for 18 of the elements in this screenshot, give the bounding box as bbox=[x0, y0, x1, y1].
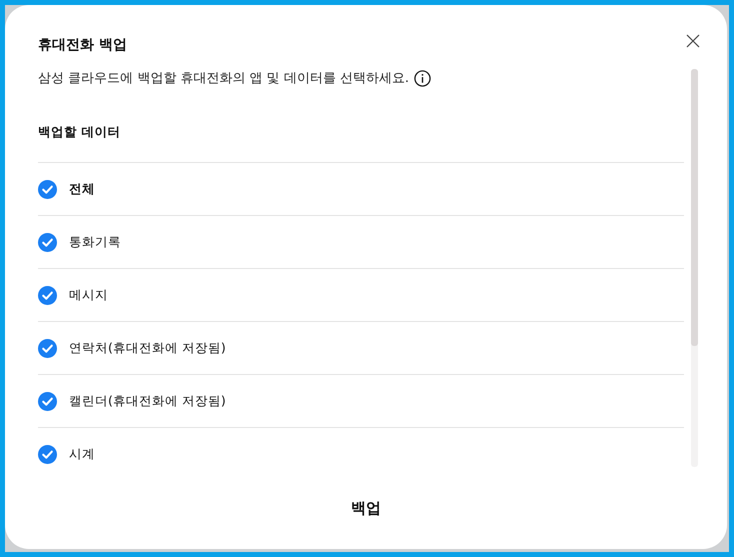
close-button[interactable] bbox=[685, 33, 701, 49]
description-text: 삼성 클라우드에 백업할 휴대전화의 앱 및 데이터를 선택하세요. bbox=[38, 70, 410, 87]
info-icon[interactable] bbox=[414, 70, 432, 86]
checked-checkbox[interactable] bbox=[38, 338, 57, 358]
checked-checkbox[interactable] bbox=[38, 392, 57, 410]
option-label: 전체 bbox=[69, 180, 95, 198]
checked-checkbox[interactable] bbox=[38, 232, 57, 252]
scrollbar[interactable] bbox=[691, 69, 698, 467]
option-label: 통화기록 bbox=[69, 234, 121, 250]
checked-checkbox[interactable] bbox=[38, 286, 57, 304]
checked-checkbox[interactable] bbox=[38, 180, 57, 198]
option-label: 메시지 bbox=[69, 286, 108, 304]
option-label: 캘린더(휴대전화에 저장됨) bbox=[69, 392, 226, 410]
dialog-title: 휴대전화 백업 bbox=[38, 36, 127, 55]
checked-checkbox[interactable] bbox=[38, 444, 57, 464]
section-heading: 백업할 데이터 bbox=[38, 123, 122, 141]
option-label: 연락처(휴대전화에 저장됨) bbox=[69, 340, 226, 356]
option-label: 시계 bbox=[69, 446, 95, 462]
